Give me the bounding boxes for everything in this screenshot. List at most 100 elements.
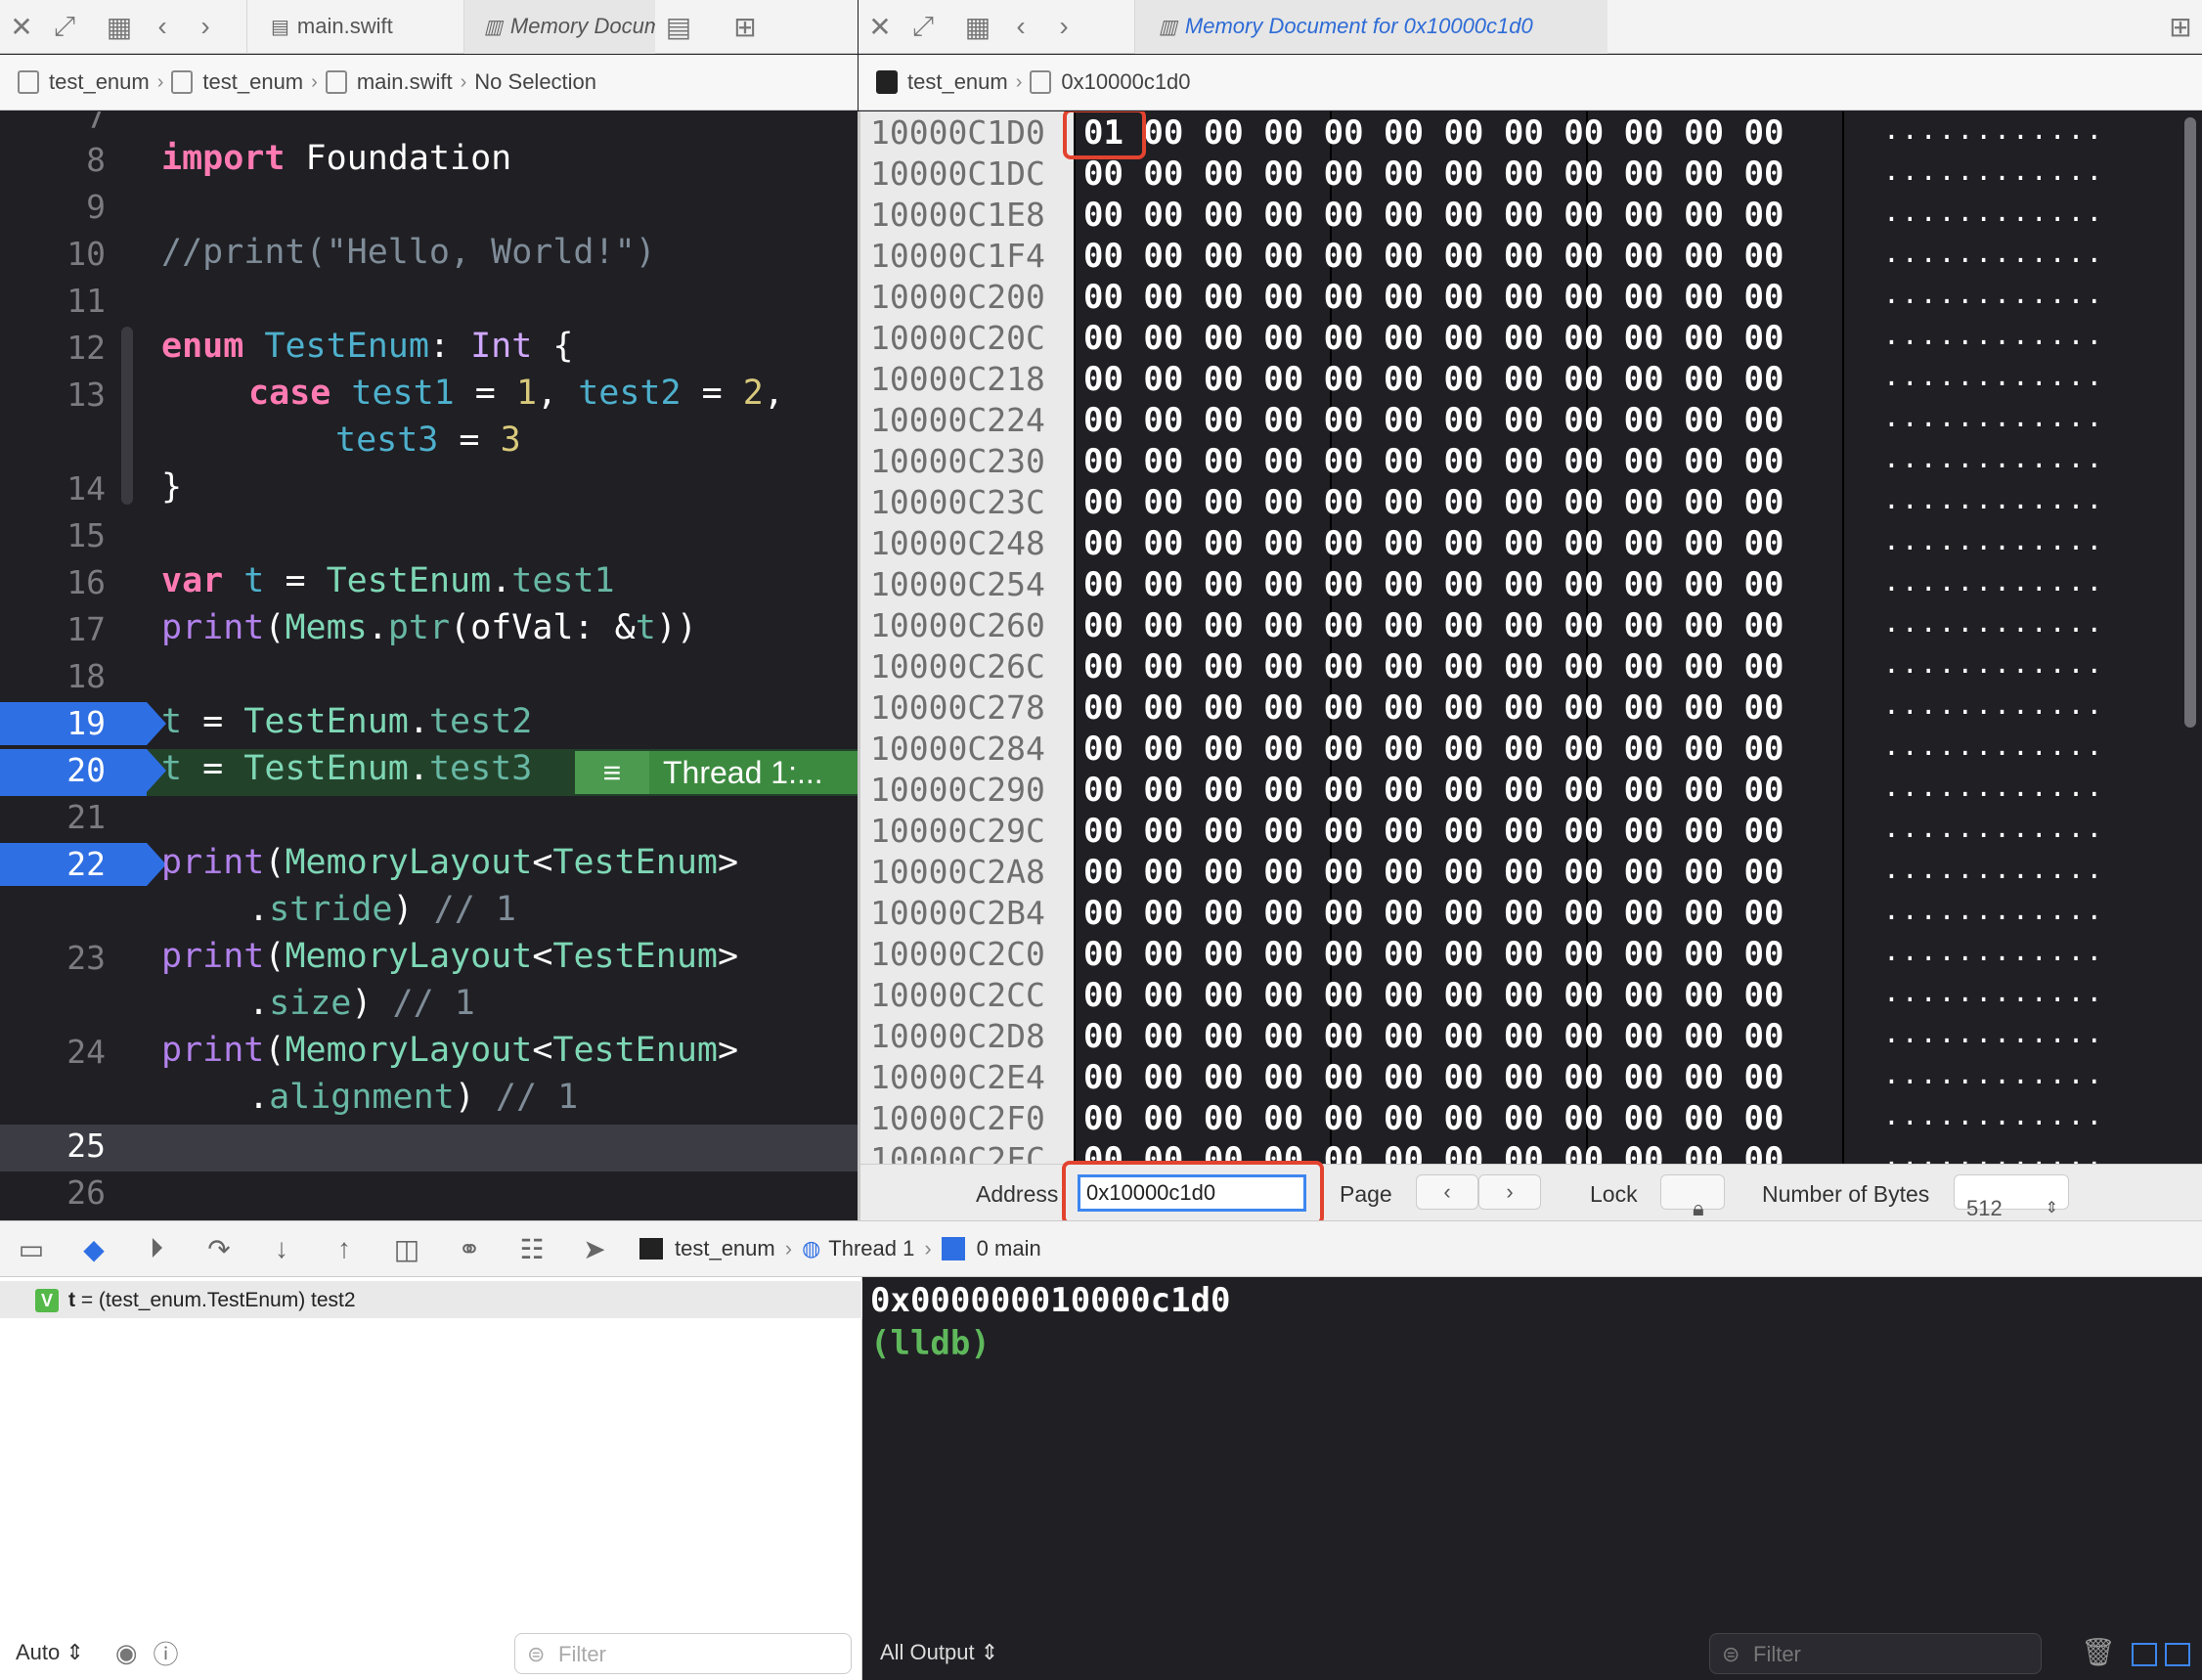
step-out-icon[interactable]: ↑ (313, 1233, 375, 1264)
line-number: 15 (66, 516, 106, 554)
code-line: print(MemoryLayout<TestEnum> (161, 1031, 739, 1070)
code-editor[interactable]: 7 8 import Foundation 9 10 //print("Hell… (0, 111, 858, 1220)
view-hierarchy-icon[interactable]: ◫ (375, 1233, 438, 1265)
tab-memory-document[interactable]: ▥ Memory Document for 0x10000c1d0 (1134, 0, 1607, 54)
line-number: 25 (66, 1127, 106, 1165)
memory-ascii: ............ (1883, 771, 2105, 803)
memory-bytes[interactable]: 00 00 00 00 00 00 00 00 00 00 00 00 (1083, 647, 1784, 686)
close-icon[interactable]: ✕ (859, 0, 902, 54)
breadcrumb-item[interactable]: test_enum (49, 69, 150, 95)
variables-view[interactable]: Vt = (test_enum.TestEnum) test2 Auto ⇕ ◉… (0, 1277, 862, 1680)
inspector-icon[interactable]: ▤ (657, 0, 700, 54)
memory-bytes[interactable]: 00 00 00 00 00 00 00 00 00 00 00 00 (1083, 401, 1784, 440)
tab-main-swift[interactable]: ▤ main.swift (246, 0, 463, 54)
breadcrumb-item[interactable]: main.swift (357, 69, 453, 95)
scrollbar[interactable] (2184, 117, 2196, 728)
lock-label: Lock (1590, 1181, 1638, 1207)
breadcrumb-item[interactable]: No Selection (474, 69, 596, 95)
debug-crumb[interactable]: Thread 1 (828, 1236, 914, 1261)
memory-bytes[interactable]: 00 00 00 00 00 00 00 00 00 00 00 00 (1083, 688, 1784, 728)
breadcrumb-item[interactable]: 0x10000c1d0 (1061, 69, 1190, 95)
memory-ascii: ............ (1883, 237, 2105, 269)
left-breadcrumb: test_enum › test_enum › main.swift › No Sel… (0, 55, 858, 111)
memory-bytes[interactable]: 00 00 00 00 00 00 00 00 00 00 00 00 (1083, 1099, 1784, 1138)
memory-bytes[interactable]: 00 00 00 00 00 00 00 00 00 00 00 00 (1083, 606, 1784, 645)
code-line: .stride) // 1 (248, 890, 516, 929)
memory-address: 10000C20C (870, 319, 1045, 357)
split-left-icon[interactable] (2132, 1643, 2157, 1666)
tab-memory-document[interactable]: ▥ Memory Docum (463, 0, 655, 54)
memory-ascii: ............ (1883, 113, 2105, 146)
next-page-button[interactable]: › (1478, 1174, 1541, 1210)
memory-bytes[interactable]: 00 00 00 00 00 00 00 00 00 00 00 00 (1083, 483, 1784, 522)
grid-icon[interactable]: ▦ (98, 0, 141, 54)
memory-ascii: ............ (1883, 1099, 2105, 1131)
memory-bytes[interactable]: 00 00 00 00 00 00 00 00 00 00 00 00 (1083, 894, 1784, 933)
memory-bytes[interactable]: 00 00 00 00 00 00 00 00 00 00 00 00 (1083, 853, 1784, 892)
add-editor-icon[interactable]: ⊞ (2159, 0, 2202, 54)
breadcrumb-item[interactable]: test_enum (907, 69, 1008, 95)
bytes-stepper[interactable]: 512 ⇕ (1954, 1174, 2069, 1220)
debug-crumb[interactable]: test_enum (675, 1236, 775, 1261)
lock-button[interactable]: 🔒︎ (1660, 1174, 1725, 1220)
code-line: enum TestEnum: Int { (161, 327, 574, 366)
variable-row[interactable]: Vt = (test_enum.TestEnum) test2 (0, 1281, 862, 1318)
memory-bytes[interactable]: 00 00 00 00 00 00 00 00 00 00 00 00 (1083, 565, 1784, 604)
memory-bytes[interactable]: 00 00 00 00 00 00 00 00 00 00 00 00 (1083, 771, 1784, 810)
memory-bytes[interactable]: 00 00 00 00 00 00 00 00 00 00 00 00 (1083, 155, 1784, 194)
output-label: All Output (880, 1640, 975, 1664)
variables-filter[interactable]: ⊜ Filter (514, 1633, 852, 1674)
add-editor-icon[interactable]: ⊞ (724, 0, 767, 54)
memory-bytes[interactable]: 00 00 00 00 00 00 00 00 00 00 00 00 (1083, 524, 1784, 563)
memory-bytes[interactable]: 00 00 00 00 00 00 00 00 00 00 00 00 (1083, 812, 1784, 851)
memory-bytes[interactable]: 00 00 00 00 00 00 00 00 00 00 00 00 (1083, 976, 1784, 1015)
line-number: 19 (66, 704, 106, 742)
memory-address: 10000C218 (870, 360, 1045, 398)
step-over-icon[interactable]: ↷ (188, 1233, 250, 1265)
memory-viewer[interactable]: 10000C1D0 01 00 00 00 00 00 00 00 00 00 0… (860, 111, 2202, 1164)
info-icon[interactable]: ⓘ (154, 1635, 179, 1671)
memory-bytes[interactable]: 01 00 00 00 00 00 00 00 00 00 00 00 (1083, 113, 1784, 153)
eye-icon[interactable]: ◉ (115, 1638, 138, 1668)
memory-ascii: ............ (1883, 155, 2105, 187)
memory-ascii: ............ (1883, 729, 2105, 762)
output-selector[interactable]: All Output ⇕ (880, 1640, 998, 1665)
trash-icon[interactable]: 🗑︎ (2081, 1636, 2116, 1668)
memory-bytes[interactable]: 00 00 00 00 00 00 00 00 00 00 00 00 (1083, 935, 1784, 974)
breadcrumb-item[interactable]: test_enum (202, 69, 303, 95)
memory-graph-icon[interactable]: ⚭ (438, 1233, 501, 1265)
memory-bytes[interactable]: 00 00 00 00 00 00 00 00 00 00 00 00 (1083, 196, 1784, 235)
environment-overrides-icon[interactable]: ☷ (501, 1233, 563, 1265)
back-icon[interactable]: ‹ (999, 0, 1042, 54)
memory-bytes[interactable]: 00 00 00 00 00 00 00 00 00 00 00 00 (1083, 319, 1784, 358)
close-icon[interactable]: ✕ (0, 0, 43, 54)
hide-debug-area-icon[interactable]: ▭ (0, 1233, 63, 1265)
memory-bytes[interactable]: 00 00 00 00 00 00 00 00 00 00 00 00 (1083, 237, 1784, 276)
console-filter[interactable]: ⊜ Filter (1709, 1633, 2042, 1674)
memory-bytes[interactable]: 00 00 00 00 00 00 00 00 00 00 00 00 (1083, 1017, 1784, 1056)
expand-icon[interactable]: ⤢ (902, 0, 945, 54)
scope-selector[interactable]: Auto ⇕ (16, 1640, 84, 1665)
expand-icon[interactable]: ⤢ (43, 0, 86, 54)
forward-icon[interactable]: › (184, 0, 227, 54)
thread-badge[interactable]: ≡ Thread 1:... (575, 751, 858, 794)
memory-bytes[interactable]: 00 00 00 00 00 00 00 00 00 00 00 00 (1083, 360, 1784, 399)
console[interactable]: 0x000000010000c1d0 (lldb) All Output ⇕ ⊜… (864, 1277, 2202, 1680)
memory-bytes[interactable]: 00 00 00 00 00 00 00 00 00 00 00 00 (1083, 278, 1784, 317)
split-right-icon[interactable] (2165, 1643, 2190, 1666)
previous-page-button[interactable]: ‹ (1416, 1174, 1478, 1210)
simulate-location-icon[interactable]: ➤ (563, 1233, 626, 1265)
breakpoints-toggle-icon[interactable]: ◆ (63, 1233, 125, 1265)
forward-icon[interactable]: › (1042, 0, 1085, 54)
tab-label: Memory Docum (509, 14, 655, 38)
memory-bytes[interactable]: 00 00 00 00 00 00 00 00 00 00 00 00 (1083, 729, 1784, 769)
back-icon[interactable]: ‹ (141, 0, 184, 54)
memory-bytes[interactable]: 00 00 00 00 00 00 00 00 00 00 00 00 (1083, 442, 1784, 481)
debug-crumb[interactable]: 0 main (977, 1236, 1041, 1261)
memory-bytes[interactable]: 00 00 00 00 00 00 00 00 00 00 00 00 (1083, 1058, 1784, 1097)
memory-ascii: ............ (1883, 565, 2105, 597)
grid-icon[interactable]: ▦ (956, 0, 999, 54)
line-number: 8 (86, 141, 106, 179)
continue-icon[interactable]: ⏵ (125, 1233, 188, 1265)
step-into-icon[interactable]: ↓ (250, 1233, 313, 1264)
